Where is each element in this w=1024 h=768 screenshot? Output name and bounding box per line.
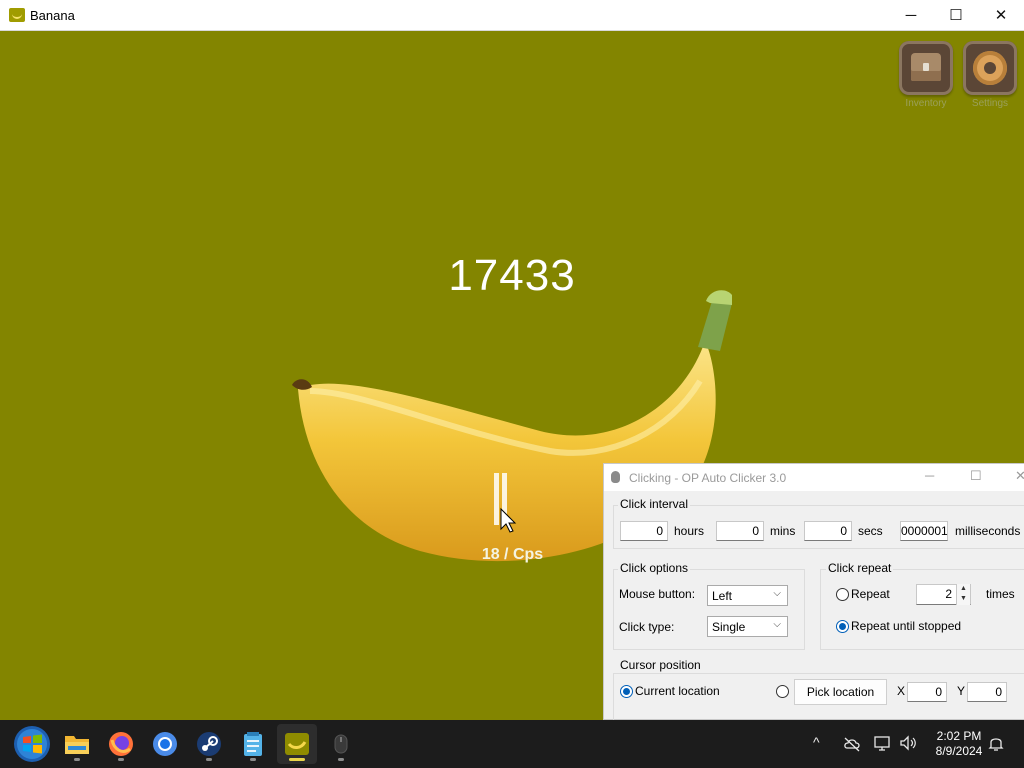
settings-button[interactable] (963, 41, 1017, 95)
inventory-button[interactable] (899, 41, 953, 95)
repeat-label: Repeat (851, 587, 890, 601)
taskbar-notepad[interactable] (233, 724, 273, 764)
taskbar-file-explorer[interactable] (57, 724, 97, 764)
click-repeat-title: Click repeat (826, 561, 894, 575)
gear-icon (973, 51, 1007, 85)
running-indicator (338, 758, 344, 761)
clock-time: 2:02 PM (936, 729, 982, 743)
click-type-label: Click type: (619, 620, 675, 634)
repeat-count-value: 2 (945, 587, 952, 601)
mins-label: mins (770, 524, 796, 538)
repeat-stepper[interactable]: ▲ ▼ (956, 584, 970, 605)
times-label: times (986, 587, 1015, 601)
pick-location-radio[interactable] (776, 685, 789, 698)
banana-stem-cap (706, 290, 732, 305)
running-indicator (118, 758, 124, 761)
current-location-label: Current location (635, 684, 720, 698)
click-type-value: Single (712, 620, 746, 634)
notification-bell-icon[interactable] (988, 735, 1004, 752)
chevron-down-icon: ⌵ (773, 619, 781, 630)
taskbar-firefox[interactable] (101, 724, 141, 764)
taskbar-chrome[interactable] (145, 724, 185, 764)
y-coordinate-input[interactable]: 0 (967, 682, 1007, 702)
milliseconds-input[interactable]: 0000001 (900, 521, 948, 541)
window-title: Banana (30, 8, 75, 23)
clicker-maximize-button[interactable]: ☐ (970, 468, 982, 484)
mouse-icon (334, 734, 348, 754)
click-options-title: Click options (618, 561, 691, 575)
taskbar-auto-clicker[interactable] (321, 724, 361, 764)
system-clock[interactable]: 2:02 PM 8/9/2024 (924, 729, 994, 759)
y-label: Y (957, 684, 966, 698)
secs-label: secs (858, 524, 883, 538)
auto-clicker-title: Clicking - OP Auto Clicker 3.0 (629, 471, 787, 485)
clock-date: 8/9/2024 (935, 744, 983, 758)
mouse-button-select[interactable]: Left ⌵ (707, 585, 788, 606)
click-options-group (613, 569, 805, 650)
show-hidden-icons-chevron[interactable]: ^ (813, 734, 820, 750)
taskbar-banana[interactable] (277, 724, 317, 764)
x-coordinate-input[interactable]: 0 (907, 682, 947, 702)
firefox-icon (109, 732, 133, 756)
start-button[interactable] (12, 724, 52, 764)
banana-app-icon (9, 8, 25, 22)
notepad-icon (244, 732, 262, 756)
network-icon[interactable] (874, 735, 892, 751)
mouse-button-value: Left (712, 589, 733, 603)
running-indicator (74, 758, 80, 761)
inventory-label: Inventory (905, 98, 947, 109)
clicker-minimize-button[interactable]: ─ (925, 468, 934, 483)
close-button[interactable]: ✕ (978, 0, 1024, 30)
banana-app-icon (285, 733, 309, 755)
minimize-button[interactable]: ─ (888, 0, 934, 30)
auto-clicker-window: Clicking - OP Auto Clicker 3.0 ─ ☐ ✕ Cli… (603, 463, 1024, 723)
mouse-button-label: Mouse button: (619, 587, 696, 601)
volume-icon[interactable] (899, 735, 917, 751)
repeat-until-stopped-radio[interactable] (836, 620, 849, 633)
taskbar-steam[interactable] (189, 724, 229, 764)
chrome-icon (153, 732, 177, 756)
taskbar: ^ 2:02 PM 8/9/2024 (0, 720, 1024, 768)
app-titlebar: Banana ─ ☐ ✕ (0, 0, 1024, 31)
milliseconds-label: milliseconds (955, 524, 1021, 538)
windows-start-icon (14, 726, 50, 762)
steam-icon (197, 732, 221, 756)
folder-icon (65, 736, 89, 754)
mouse-icon (611, 471, 620, 483)
hours-label: hours (674, 524, 705, 538)
cloud-offline-icon[interactable] (843, 736, 861, 752)
running-indicator (206, 758, 212, 761)
repeat-until-stopped-label: Repeat until stopped (851, 619, 962, 633)
cursor-position-title: Cursor position (618, 658, 703, 672)
banana-stem (698, 301, 732, 351)
repeat-count-input[interactable]: 2 ▲ ▼ (916, 584, 971, 605)
repeat-radio[interactable] (836, 588, 849, 601)
chevron-down-icon: ⌵ (773, 588, 781, 599)
mins-input[interactable]: 0 (716, 521, 764, 541)
stepper-down-icon[interactable]: ▼ (957, 594, 970, 604)
click-effect (494, 473, 499, 525)
click-repeat-group (820, 569, 1024, 650)
pick-location-button[interactable]: Pick location (794, 679, 887, 705)
click-interval-title: Click interval (618, 497, 691, 511)
chest-icon (911, 53, 941, 81)
banana-tip (292, 379, 312, 390)
settings-label: Settings (971, 98, 1009, 109)
stepper-up-icon[interactable]: ▲ (957, 584, 970, 594)
current-location-radio[interactable] (620, 685, 633, 698)
auto-clicker-titlebar: Clicking - OP Auto Clicker 3.0 ─ ☐ ✕ (604, 464, 1024, 491)
running-indicator (250, 758, 256, 761)
x-label: X (897, 684, 906, 698)
hours-input[interactable]: 0 (620, 521, 668, 541)
clicks-per-second: 18 / Cps (481, 546, 544, 563)
active-indicator (289, 758, 305, 761)
secs-input[interactable]: 0 (804, 521, 852, 541)
click-type-select[interactable]: Single ⌵ (707, 616, 788, 637)
maximize-button[interactable]: ☐ (933, 0, 979, 30)
clicker-close-button[interactable]: ✕ (1015, 468, 1024, 484)
